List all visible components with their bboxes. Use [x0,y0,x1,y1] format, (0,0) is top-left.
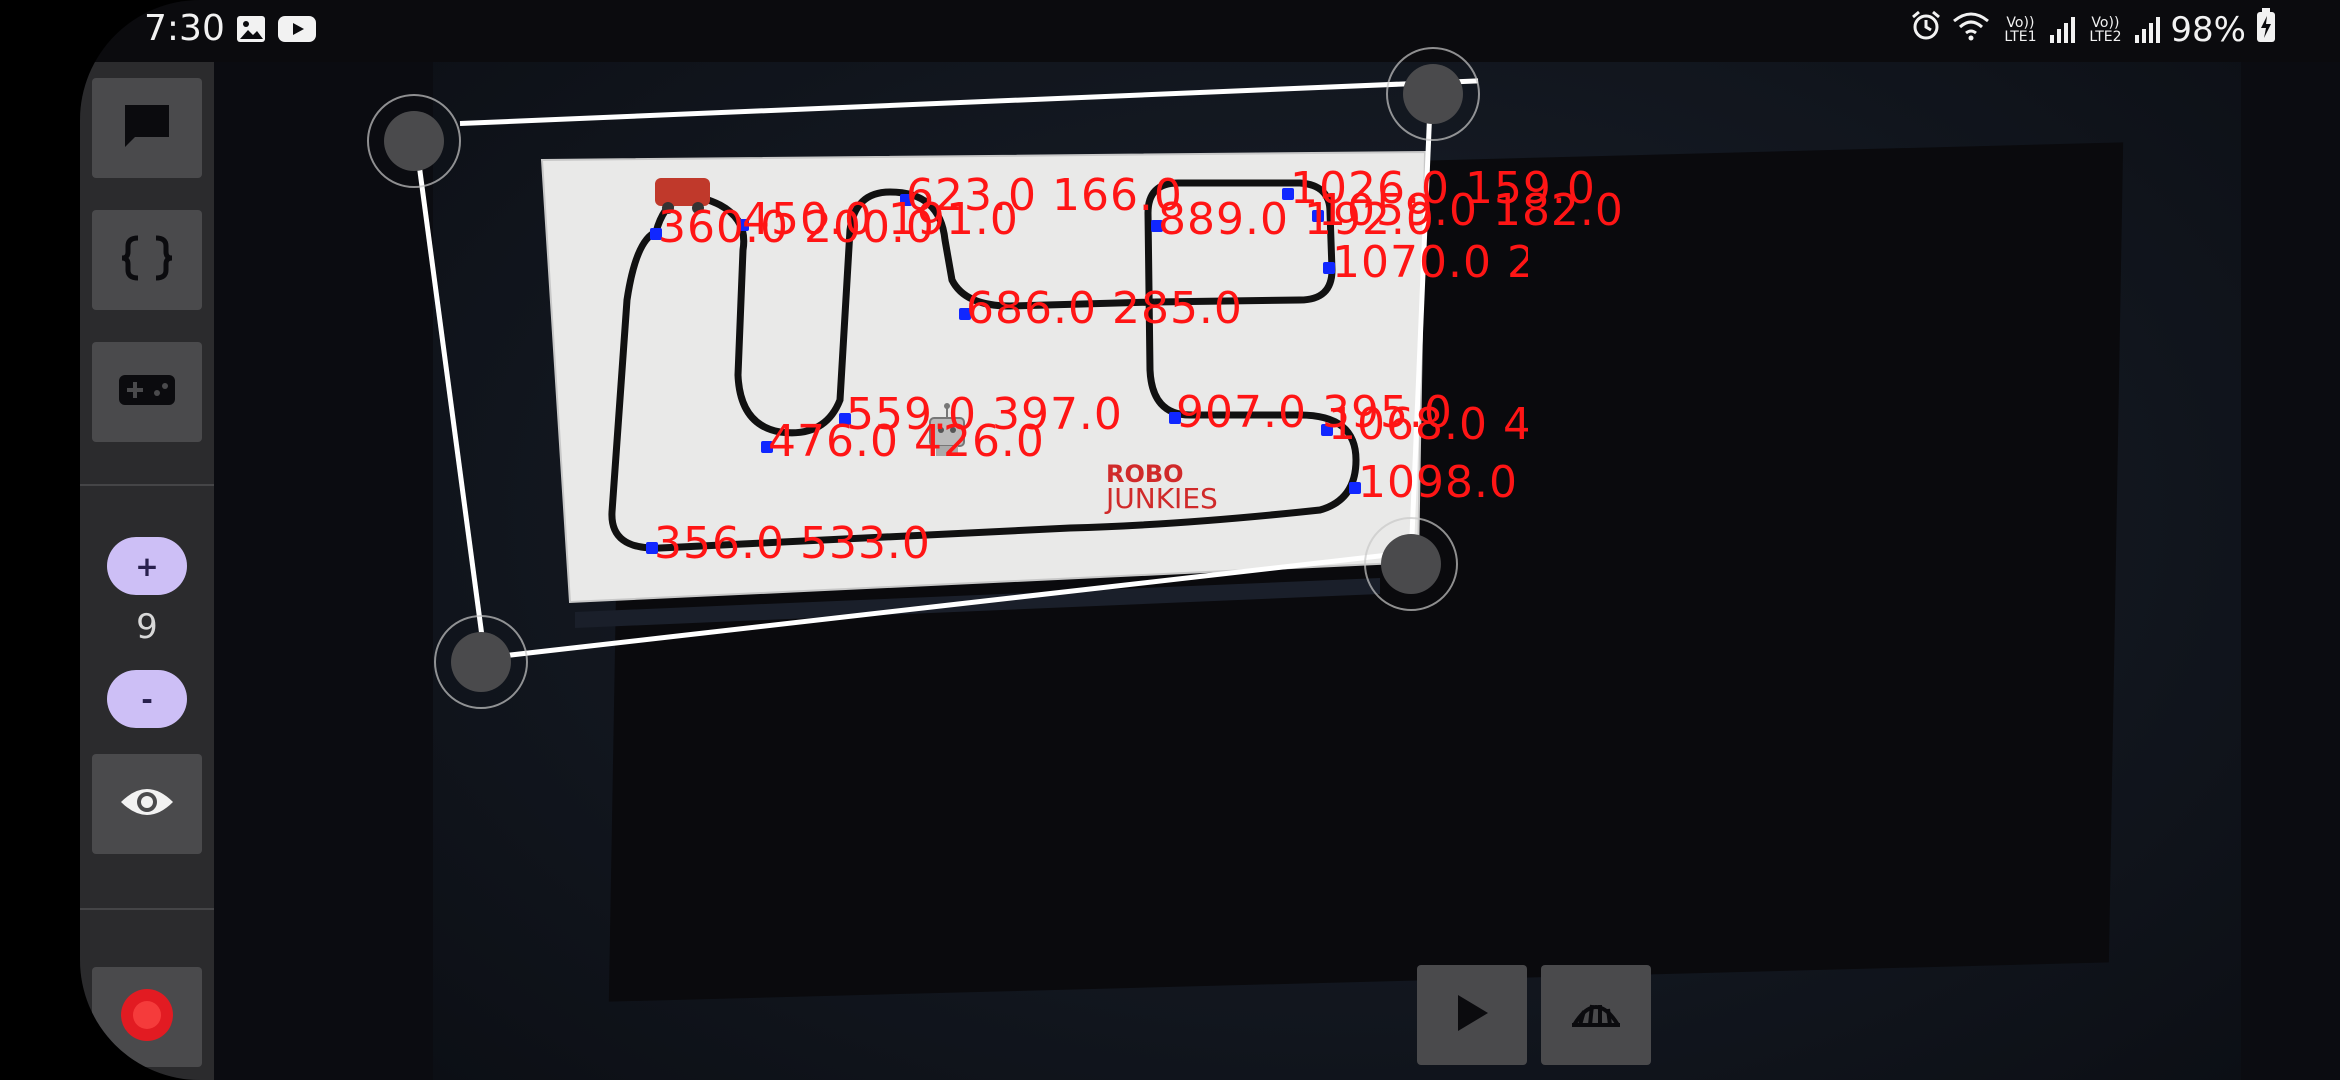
sim2-label: Vo)) LTE2 [2089,14,2122,45]
visibility-button[interactable] [92,754,202,854]
coord-label: 1059.0 182.0 [1318,185,1624,236]
crop-handle-bottom-right[interactable] [1364,517,1458,611]
battery-level: 98% [2170,9,2246,50]
chat-bubble-icon [121,101,173,155]
track-button[interactable] [1541,965,1651,1065]
signal-icon [2050,16,2076,43]
coord-label: 623.0 166.0 [906,170,1183,221]
sidebar-divider [80,908,214,910]
decrement-button[interactable]: - [107,670,187,728]
youtube-icon [278,15,316,47]
chat-button[interactable] [92,78,202,178]
coord-label: 686.0 285.0 [966,283,1243,334]
coord-label: 1098.0 470 [1358,461,1528,505]
status-right-group: Vo)) LTE1 Vo)) LTE2 98% [1910,8,2276,51]
gamepad-button[interactable] [92,342,202,442]
increment-button[interactable]: + [107,537,187,595]
image-icon [236,15,266,47]
code-button[interactable] [92,210,202,310]
status-time: 7:30 [144,8,225,49]
sidebar: + 9 - [80,62,214,1080]
track-icon [1570,997,1622,1033]
gamepad-icon [118,373,176,411]
sim1-label: Vo)) LTE1 [2004,14,2037,45]
phone-screen: 7:30 Vo)) LTE1 Vo)) LTE2 98% + 9 - ROBO … [80,0,2340,1080]
curly-braces-icon [120,234,174,286]
alarm-icon [1910,9,1942,50]
wifi-icon [1952,10,1990,50]
play-button[interactable] [1417,965,1527,1065]
play-icon [1454,993,1490,1037]
counter-value: 9 [136,607,158,647]
record-icon [119,987,175,1047]
logo-text-junkies: JUNKIES [1106,482,1218,515]
status-bar: 7:30 Vo)) LTE1 Vo)) LTE2 98% [80,0,2340,62]
coord-label: 1068.0 408.0 [1328,403,1528,447]
crop-handle-top-right[interactable] [1386,47,1480,141]
battery-charging-icon [2256,8,2276,51]
crop-handle-bottom-left[interactable] [434,615,528,709]
coord-label: 356.0 533.0 [654,518,931,569]
crop-handle-top-left[interactable] [367,94,461,188]
signal-icon [2135,16,2161,43]
coord-label: 1070.0 237.0 [1332,241,1528,285]
record-button[interactable] [92,967,202,1067]
coord-label: 476.0 426.0 [768,416,1045,467]
eye-icon [119,784,175,824]
sidebar-divider [80,484,214,486]
camera-view[interactable]: ROBO JUNKIES 360.0 200.0 450.0 191.0 623… [214,47,2340,1080]
